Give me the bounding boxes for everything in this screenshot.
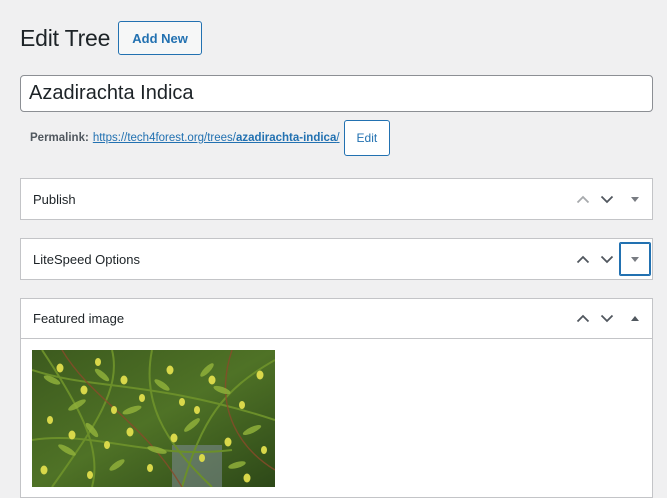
featured-image-box-header[interactable]: Featured image <box>21 299 652 339</box>
page-header: Edit Tree Add New <box>20 21 202 55</box>
litespeed-box-controls <box>571 239 652 279</box>
chevron-up-icon <box>576 314 590 323</box>
chevron-up-icon <box>576 195 590 203</box>
permalink-slug: azadirachta-indica <box>236 132 337 144</box>
publish-box-controls <box>571 179 652 219</box>
permalink-row: Permalink: https://tech4forest.org/trees… <box>30 120 391 156</box>
chevron-up-icon <box>576 255 590 263</box>
featured-image-box-title: Featured image <box>33 311 125 326</box>
permalink-trailing: / <box>336 132 340 144</box>
permalink-link[interactable]: https://tech4forest.org/trees/azadiracht… <box>93 132 340 144</box>
toggle-panel-button[interactable] <box>619 182 651 216</box>
move-up-button[interactable] <box>571 302 595 336</box>
toggle-panel-button[interactable] <box>619 242 651 276</box>
page-title: Edit Tree <box>20 25 111 51</box>
featured-image-box: Featured image <box>20 298 653 498</box>
toggle-panel-button[interactable] <box>619 302 651 336</box>
publish-box-title: Publish <box>33 191 76 207</box>
add-new-button[interactable]: Add New <box>118 21 202 55</box>
permalink-edit-button[interactable]: Edit <box>343 120 391 156</box>
featured-image-thumbnail[interactable] <box>32 350 275 487</box>
featured-image-box-controls <box>571 299 652 338</box>
move-up-button[interactable] <box>571 242 595 276</box>
featured-image-inside <box>21 339 652 491</box>
chevron-down-icon <box>600 255 614 263</box>
litespeed-box-title: LiteSpeed Options <box>33 251 140 267</box>
publish-box-header[interactable]: Publish <box>21 179 652 219</box>
chevron-down-icon <box>600 314 614 323</box>
triangle-down-icon <box>631 196 639 202</box>
triangle-up-icon <box>631 316 639 321</box>
move-up-button[interactable] <box>571 182 595 216</box>
permalink-base: https://tech4forest.org/trees/ <box>92 132 236 144</box>
chevron-down-icon <box>600 195 614 203</box>
permalink-label: Permalink: <box>30 132 89 144</box>
move-down-button[interactable] <box>595 182 619 216</box>
litespeed-box-header[interactable]: LiteSpeed Options <box>21 239 652 279</box>
move-down-button[interactable] <box>595 302 619 336</box>
publish-box: Publish <box>20 178 653 220</box>
post-title-input[interactable] <box>20 75 653 112</box>
triangle-down-icon <box>631 256 639 262</box>
litespeed-options-box: LiteSpeed Options <box>20 238 653 280</box>
move-down-button[interactable] <box>595 242 619 276</box>
